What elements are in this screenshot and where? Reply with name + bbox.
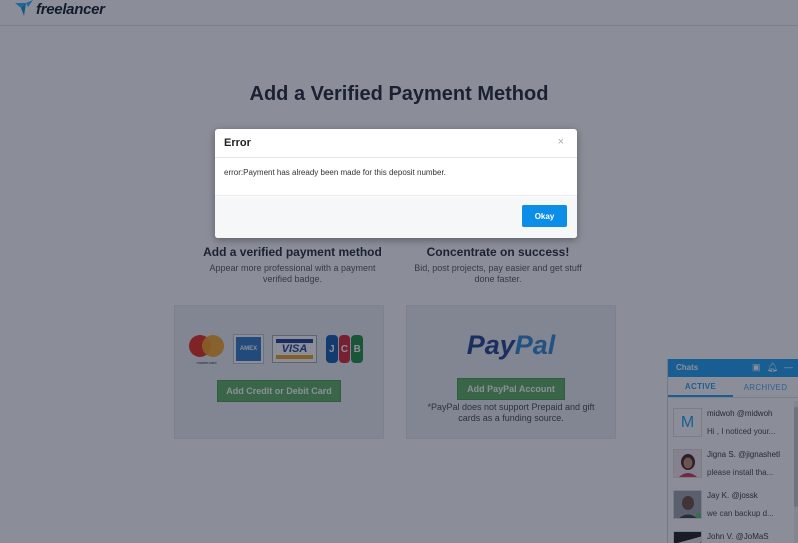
close-icon[interactable]: × <box>558 136 564 148</box>
dialog-message: error:Payment has already been made for … <box>215 158 577 196</box>
dialog-header: Error × <box>215 129 577 158</box>
dialog-title: Error <box>224 137 251 149</box>
okay-button[interactable]: Okay <box>522 205 567 227</box>
dialog-footer: Okay <box>215 197 577 238</box>
error-dialog: Error × error:Payment has already been m… <box>215 129 577 238</box>
modal-backdrop[interactable] <box>0 0 798 543</box>
